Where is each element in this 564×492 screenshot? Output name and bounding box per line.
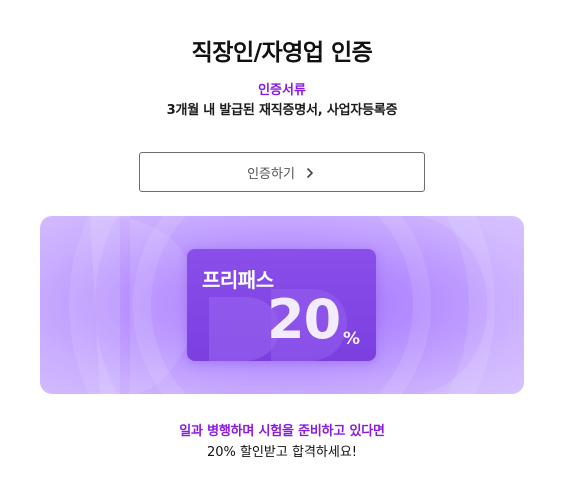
documents-label: 인증서류 [258, 83, 306, 98]
promo-subtext: 20% 할인받고 합격하세요! [206, 445, 357, 460]
promo-headline: 일과 병행하며 시험을 준비하고 있다면 [179, 424, 385, 439]
discount-unit: % [343, 329, 361, 349]
chevron-right-icon [303, 165, 317, 179]
documents-value: 3개월 내 발급된 재직증명서, 사업자등록증 [166, 103, 398, 118]
discount-value: 20 [267, 288, 341, 351]
verify-button[interactable]: 인증하기 [139, 152, 425, 192]
freepass-card: 프리패스 20 % [187, 249, 376, 361]
verify-button-label: 인증하기 [247, 166, 295, 182]
pass-name: 프리패스 [202, 268, 274, 292]
certification-page: 직장인/자영업 인증 인증서류 3개월 내 발급된 재직증명서, 사업자등록증 … [0, 0, 564, 492]
freepass-banner[interactable]: 프리패스 20 % [40, 216, 524, 394]
page-title: 직장인/자영업 인증 [191, 40, 373, 66]
